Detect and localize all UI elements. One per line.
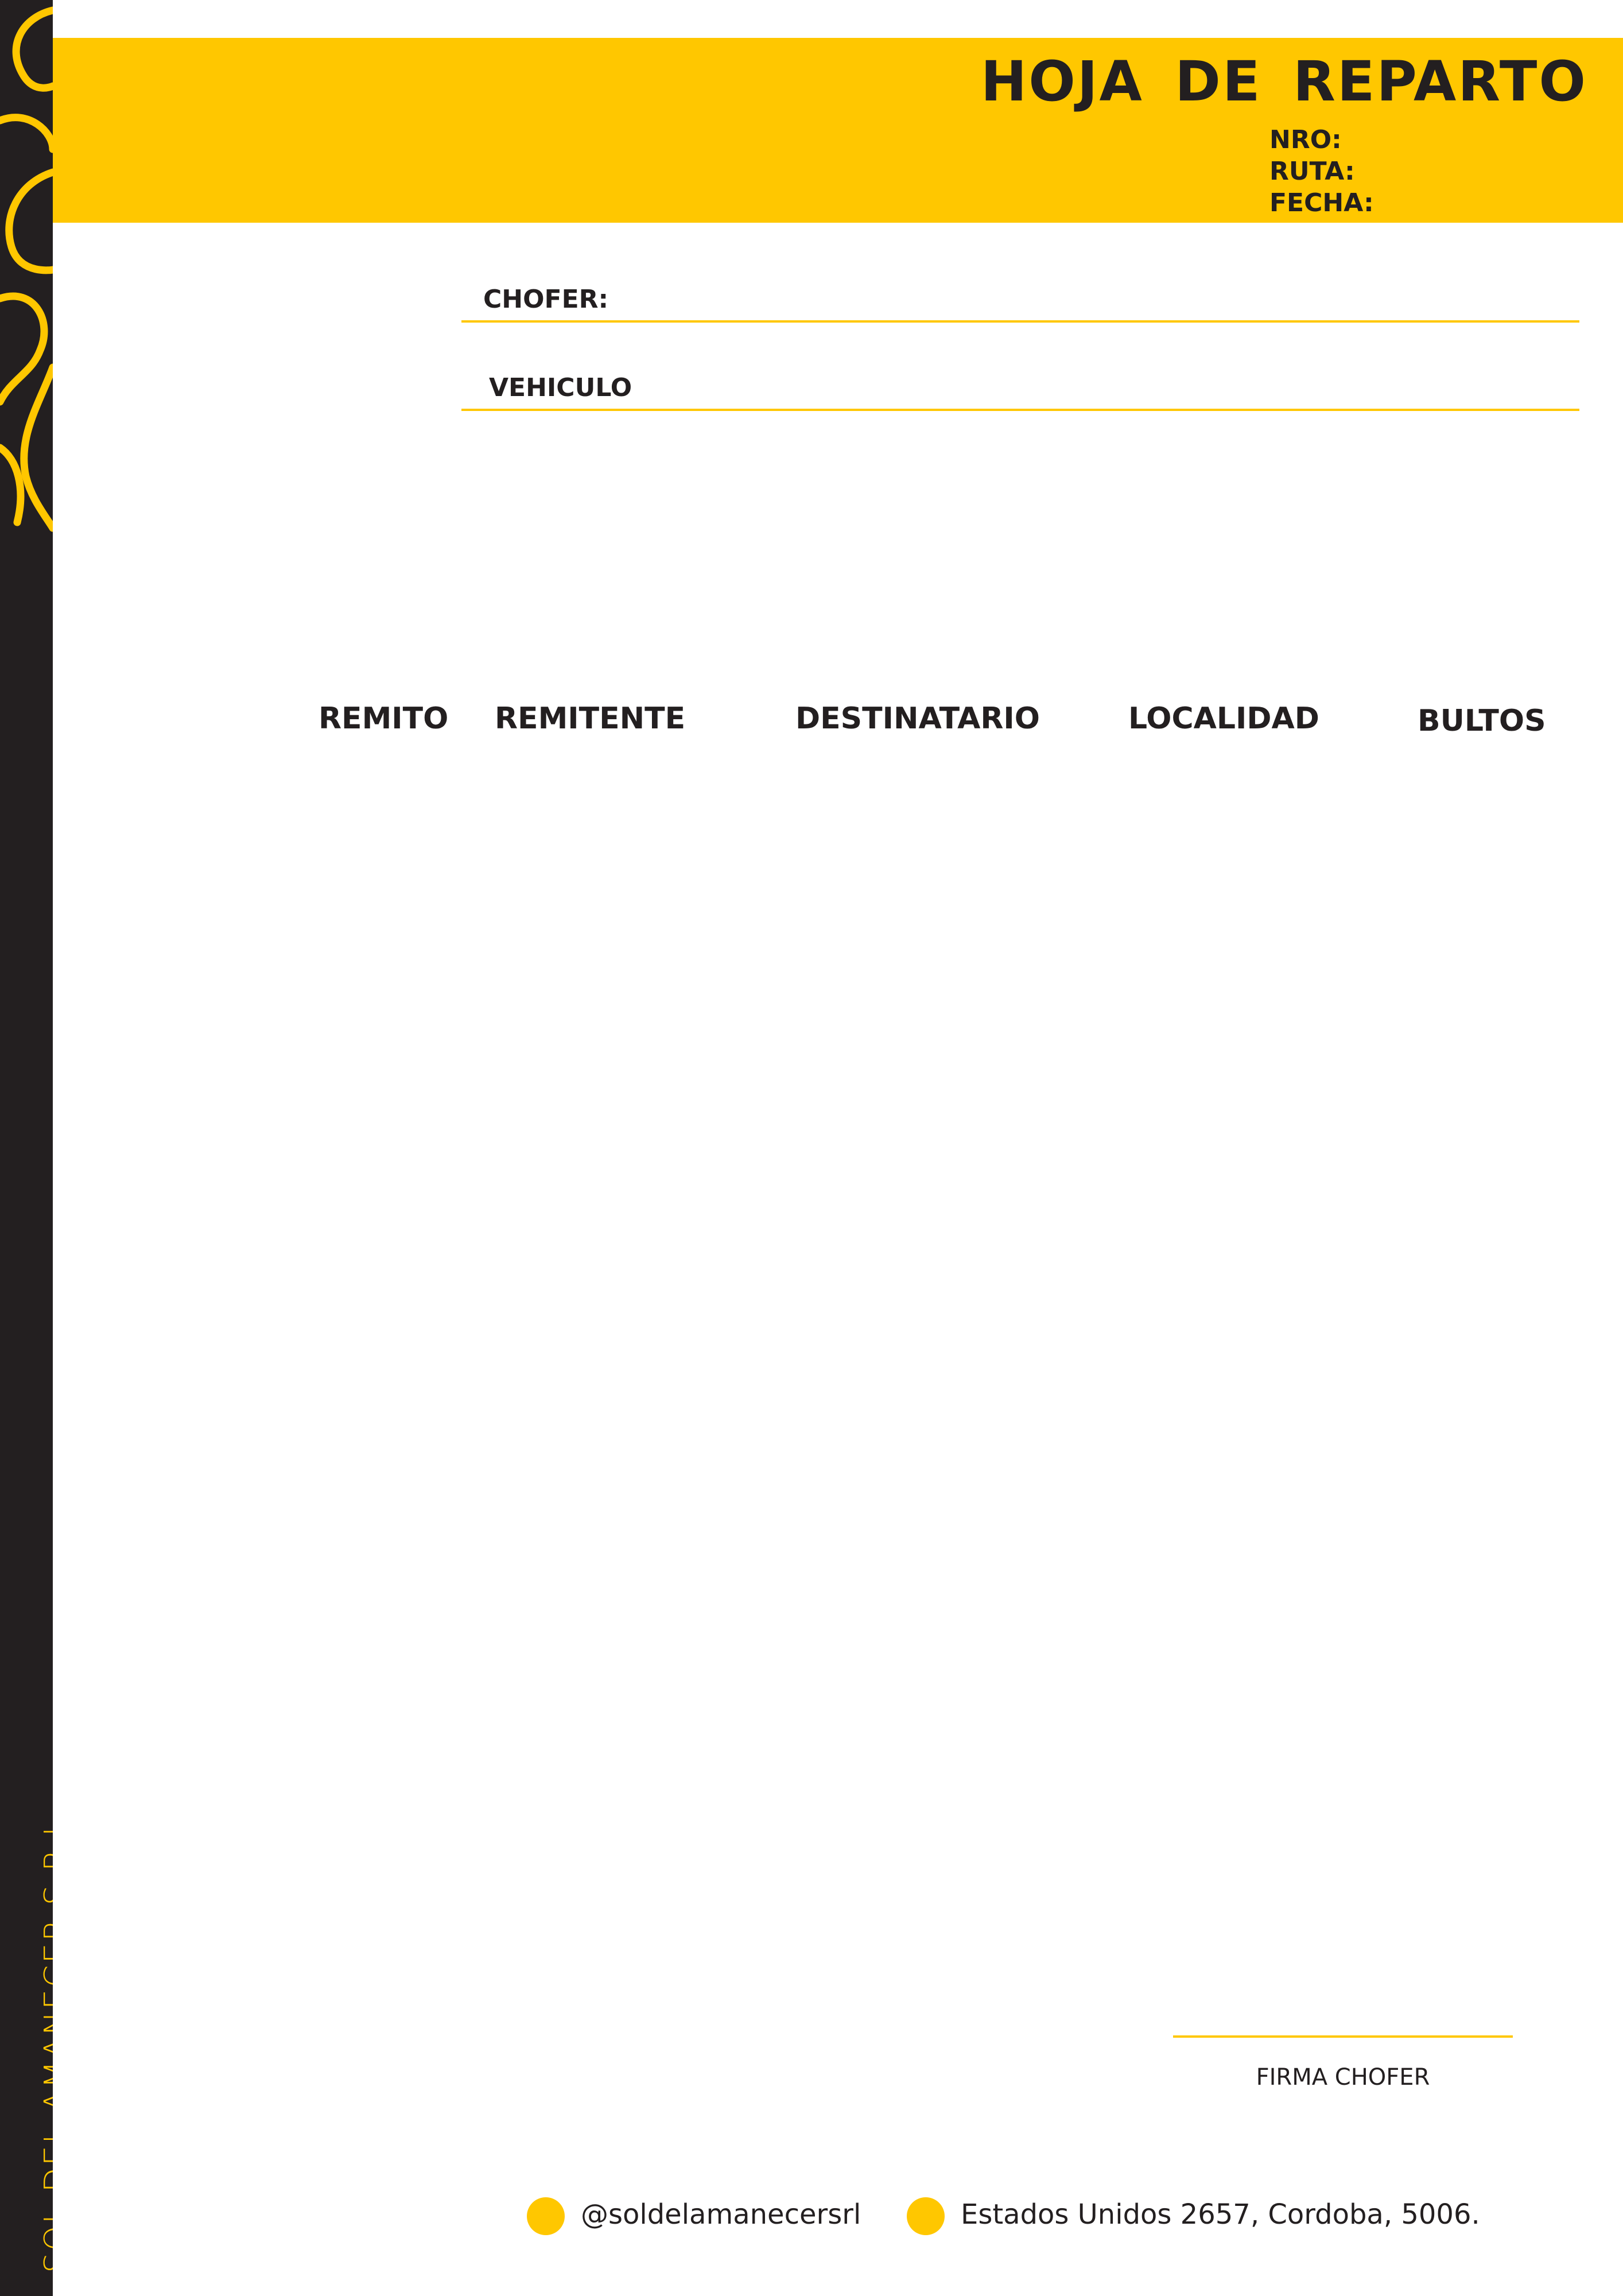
column-header-remito: REMITO	[319, 701, 449, 736]
bullet-dot-icon	[907, 2197, 945, 2235]
column-header-localidad: LOCALIDAD	[1128, 701, 1319, 736]
column-header-bultos: BULTOS	[1418, 704, 1546, 738]
vehicle-field[interactable]: VEHICULO	[461, 357, 1579, 411]
column-header-remitente: REMITENTE	[495, 701, 686, 736]
company-name-vertical: SOL DEL AMANECER S.R.L.	[38, 1805, 53, 2273]
signature-label: FIRMA CHOFER	[1256, 2064, 1430, 2091]
document-meta: NRO: RUTA: FECHA:	[1269, 124, 1374, 219]
address-text: Estados Unidos 2657, Cordoba, 5006.	[961, 2198, 1480, 2231]
driver-label: CHOFER:	[483, 285, 609, 314]
sun-swirl-decoration	[0, 6, 53, 532]
date-label: FECHA:	[1269, 188, 1374, 218]
social-handle: @soldelamanecersrl	[581, 2198, 861, 2231]
bullet-dot-icon	[527, 2197, 565, 2235]
driver-signature-line[interactable]: FIRMA CHOFER	[1173, 2035, 1513, 2091]
column-header-destinatario: DESTINATARIO	[795, 701, 1040, 736]
header-band: HOJA DE REPARTO NRO: RUTA: FECHA:	[53, 38, 1623, 223]
driver-field[interactable]: CHOFER:	[461, 269, 1579, 323]
sidebar: SOL DEL AMANECER S.R.L.	[0, 0, 53, 2296]
vehicle-label: VEHICULO	[489, 373, 632, 402]
number-label: NRO:	[1269, 125, 1342, 154]
document-title: HOJA DE REPARTO	[980, 49, 1587, 114]
route-label: RUTA:	[1269, 157, 1355, 186]
